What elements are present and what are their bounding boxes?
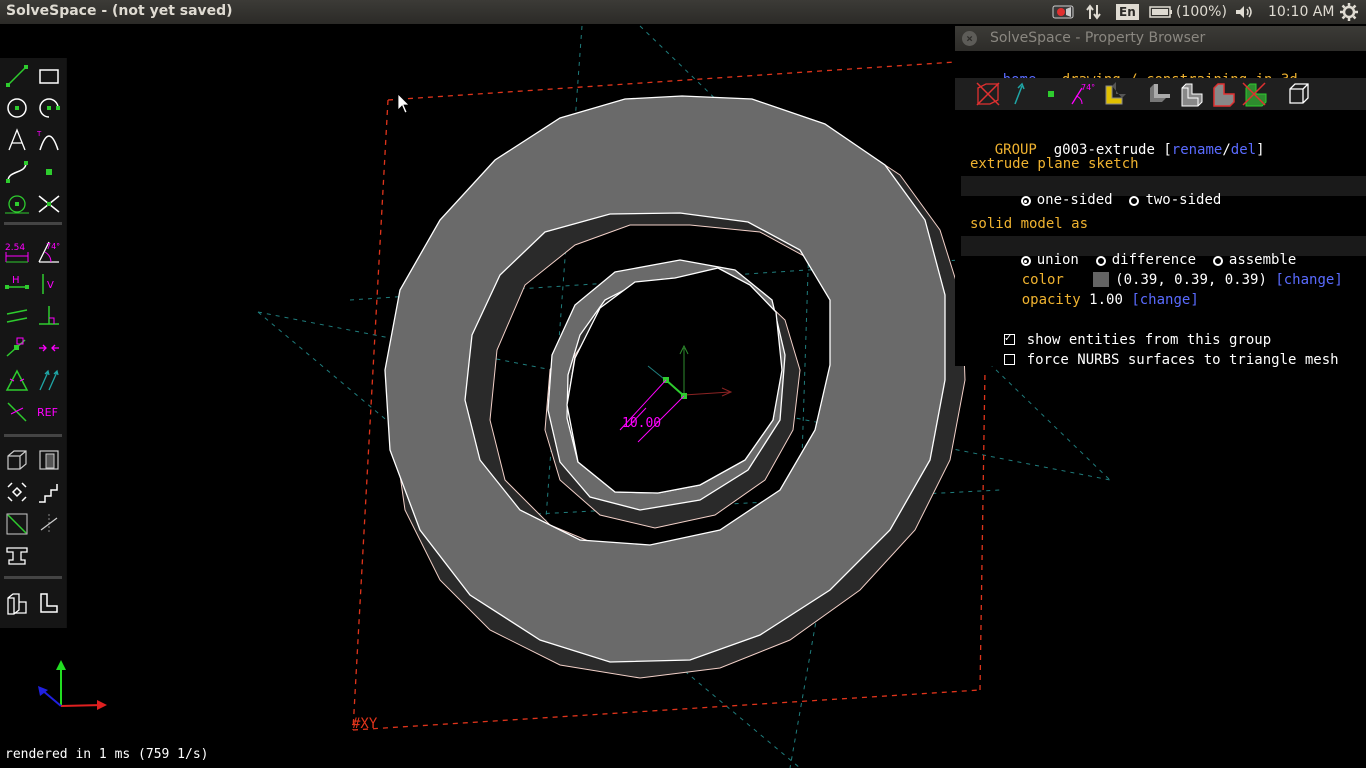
- line-tool-icon[interactable]: [5, 64, 29, 88]
- horizontal-text: H: [12, 275, 20, 286]
- show-edges-icon[interactable]: [1176, 80, 1204, 108]
- two-sided-label: two-sided: [1145, 192, 1222, 208]
- change-color-link[interactable]: [change]: [1275, 272, 1342, 288]
- point-tool-icon[interactable]: [37, 160, 61, 184]
- text-tool-icon[interactable]: [5, 128, 29, 152]
- point-on-line-constraint-icon[interactable]: [5, 336, 29, 360]
- reference-toggle[interactable]: REF: [37, 400, 65, 424]
- extrude-heading: extrude plane sketch: [970, 156, 1139, 172]
- pb-angle-text: 74°: [1081, 83, 1095, 92]
- spline-tool-icon[interactable]: [5, 160, 29, 184]
- show-normals-icon[interactable]: [1005, 80, 1033, 108]
- battery-icon: [1149, 6, 1172, 18]
- nearest-isometric-icon[interactable]: [5, 512, 29, 536]
- solid-model-heading: solid model as: [970, 216, 1089, 232]
- network-icon[interactable]: [1086, 2, 1102, 22]
- property-browser-titlebar[interactable]: × SolveSpace - Property Browser: [955, 26, 1366, 51]
- property-browser-toolbar: 74°: [955, 78, 1366, 110]
- clock-label: 10:10 AM: [1268, 4, 1335, 20]
- change-opacity-link[interactable]: [change]: [1131, 292, 1198, 308]
- step-rotating-icon[interactable]: [37, 480, 61, 504]
- one-sided-option[interactable]: one-sided: [1020, 192, 1113, 208]
- perpendicular-constraint-icon[interactable]: [37, 304, 61, 328]
- distance-constraint-icon[interactable]: 2.54: [5, 240, 29, 264]
- tangent-arc-tool-icon[interactable]: T: [37, 128, 61, 152]
- horizontal-constraint-icon[interactable]: H: [5, 272, 29, 296]
- hide-workplanes-icon[interactable]: [974, 80, 1002, 108]
- record-icon[interactable]: [1052, 2, 1074, 22]
- sketch-toolbar: T 2.54 74° H V REF: [0, 58, 67, 628]
- slash: /: [1222, 142, 1231, 158]
- angle-text: 74°: [46, 242, 60, 251]
- bracket: [: [1163, 142, 1172, 158]
- toolbar-divider: [4, 576, 62, 579]
- vertical-constraint-icon[interactable]: V: [37, 272, 61, 296]
- radio-icon[interactable]: [1129, 196, 1140, 206]
- force-nurbs-option[interactable]: force NURBS surfaces to triangle mesh: [970, 336, 1339, 384]
- show-faces-icon[interactable]: [1100, 80, 1128, 108]
- svg-text:T: T: [37, 130, 42, 138]
- workplane-group-icon[interactable]: [37, 448, 61, 472]
- show-shaded-icon[interactable]: [1144, 80, 1172, 108]
- assemble-import-icon[interactable]: [5, 544, 29, 568]
- battery-percent: (100%): [1176, 4, 1227, 20]
- gear-icon[interactable]: [1340, 2, 1358, 22]
- show-outlines-icon[interactable]: [1208, 80, 1236, 108]
- other-constraint-icon[interactable]: [5, 400, 29, 424]
- extrude-group-icon[interactable]: [5, 592, 29, 616]
- construction-circle-tool-icon[interactable]: [5, 192, 29, 216]
- equal-length-constraint-icon[interactable]: [5, 368, 29, 392]
- keyboard-layout-label: En: [1116, 4, 1139, 20]
- radio-selected-icon[interactable]: [1020, 196, 1031, 206]
- rectangle-tool-icon[interactable]: [37, 64, 61, 88]
- view-axes-indicator: [38, 660, 107, 710]
- opacity-label: opacity: [1021, 292, 1081, 308]
- same-orientation-constraint-icon[interactable]: [37, 368, 61, 392]
- lathe-group-icon[interactable]: [37, 592, 61, 616]
- step-translating-icon[interactable]: [5, 480, 29, 504]
- one-sided-label: one-sided: [1036, 192, 1113, 208]
- force-nurbs-label: force NURBS surfaces to triangle mesh: [1026, 352, 1339, 368]
- checkbox-icon[interactable]: [1003, 354, 1015, 365]
- show-constraints-icon[interactable]: 74°: [1068, 80, 1096, 108]
- bracket: ]: [1256, 142, 1265, 158]
- mouse-cursor: [397, 93, 410, 114]
- workplane-label[interactable]: #XY: [352, 716, 377, 732]
- window-title: SolveSpace - (not yet saved): [6, 3, 233, 19]
- opacity-value: 1.00: [1089, 292, 1123, 308]
- circle-tool-icon[interactable]: [5, 96, 29, 120]
- volume-icon[interactable]: [1234, 2, 1254, 22]
- system-top-panel: SolveSpace - (not yet saved) En (100%) 1…: [0, 0, 1366, 24]
- reference-text: REF: [37, 406, 58, 419]
- show-points-icon[interactable]: [1037, 80, 1065, 108]
- show-mesh-icon[interactable]: [1240, 80, 1268, 108]
- nearest-ortho-icon[interactable]: [37, 512, 61, 536]
- angle-constraint-icon[interactable]: 74°: [37, 240, 61, 264]
- two-sided-option[interactable]: two-sided: [1129, 192, 1221, 208]
- perspective-toggle-icon[interactable]: [1285, 80, 1313, 108]
- battery-indicator[interactable]: (100%): [1149, 2, 1227, 22]
- close-icon[interactable]: ×: [962, 31, 977, 46]
- symmetric-constraint-icon[interactable]: [37, 336, 61, 360]
- split-curves-tool-icon[interactable]: [37, 192, 61, 216]
- toolbar-divider: [4, 434, 62, 437]
- delete-link[interactable]: del: [1231, 142, 1256, 158]
- property-browser-title: SolveSpace - Property Browser: [990, 30, 1206, 46]
- property-browser-window: × SolveSpace - Property Browser home dra…: [955, 26, 1366, 368]
- dimension-value-label[interactable]: 10.00: [622, 416, 661, 431]
- new-3d-workplane-icon[interactable]: [5, 448, 29, 472]
- clock[interactable]: 10:10 AM: [1268, 2, 1334, 22]
- toolbar-divider: [4, 222, 62, 225]
- render-status: rendered in 1 ms (759 1/s): [5, 747, 209, 762]
- dimension-text: 2.54: [5, 243, 25, 253]
- arc-tool-icon[interactable]: [37, 96, 61, 120]
- rename-link[interactable]: rename: [1172, 142, 1223, 158]
- vertical-text: V: [47, 280, 54, 291]
- keyboard-layout-indicator[interactable]: En: [1116, 2, 1139, 22]
- parallel-constraint-icon[interactable]: [5, 304, 29, 328]
